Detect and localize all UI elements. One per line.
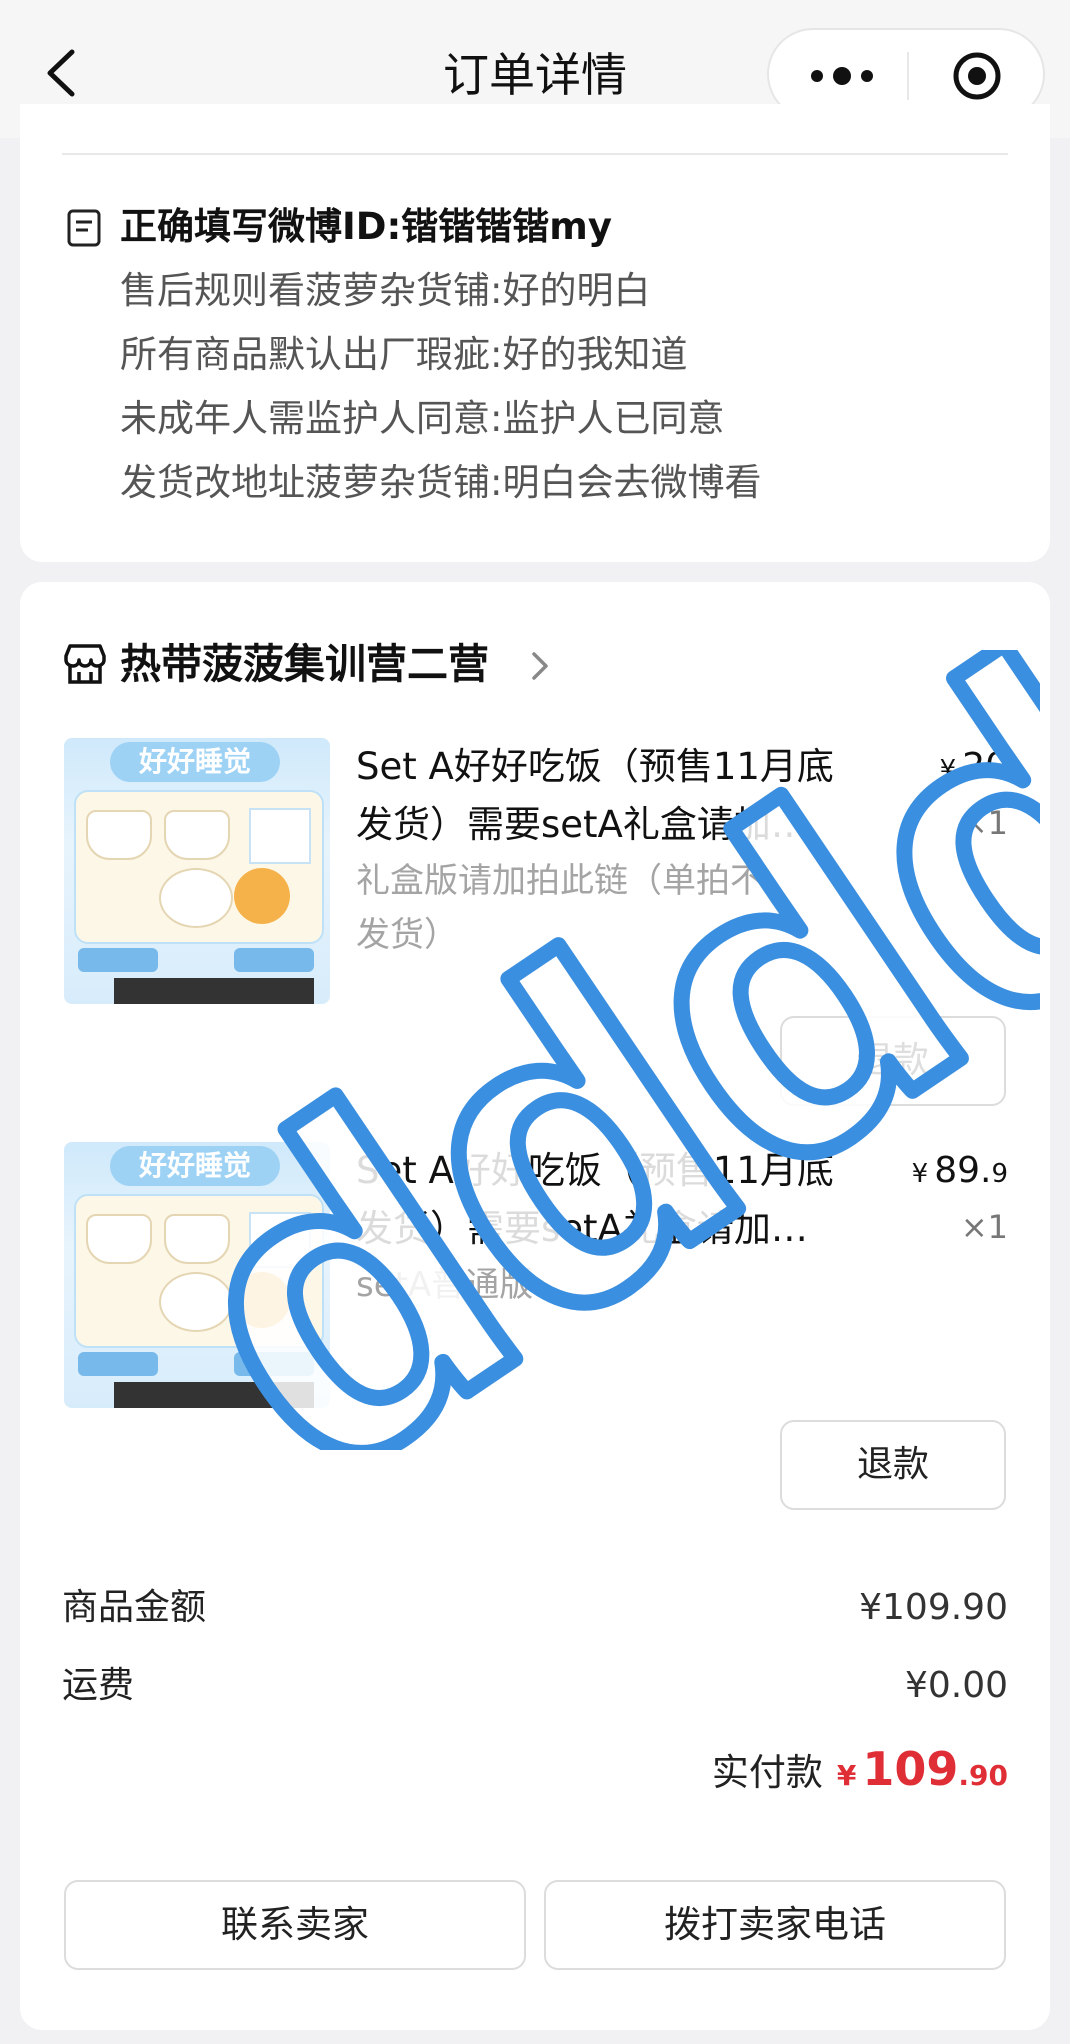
paid-label: 实付款	[711, 1751, 823, 1794]
goods-amount-label: 商品金额	[62, 1587, 207, 1628]
paid-decimal: .90	[958, 1759, 1008, 1792]
paid-integer: 109	[862, 1742, 959, 1796]
product-spec: 礼盒版请加拍此链（单拍不发货）	[356, 861, 764, 955]
thumbnail-tag	[78, 1352, 158, 1376]
price-integer: 20	[962, 746, 1008, 787]
chevron-right-icon[interactable]	[529, 650, 551, 682]
product-title-line: 发货）需要setA礼盒请加…	[356, 1207, 808, 1250]
product-spec: setA普通版	[356, 1265, 534, 1305]
paid-currency: ¥	[836, 1759, 857, 1792]
goods-amount-value: ¥109.90	[859, 1587, 1008, 1628]
note-line: 未成年人需监护人同意:监护人已同意	[120, 397, 725, 440]
product-title[interactable]: Set A好好吃饭（预售11月底 发货）需要setA礼盒请加…	[356, 738, 856, 854]
section-divider	[62, 153, 1008, 155]
thumbnail-giftbox	[249, 1212, 311, 1268]
thumbnail-pot	[86, 1214, 152, 1264]
thumbnail-photo-strip	[114, 1382, 314, 1408]
note-line: 发货改地址菠萝杂货铺:明白会去微博看	[120, 461, 762, 504]
thumbnail-pot	[164, 1214, 230, 1264]
product-quantity: ×1	[960, 1208, 1008, 1246]
close-target-icon[interactable]	[952, 51, 1002, 101]
refund-button[interactable]: 退款	[780, 1016, 1006, 1106]
shop-icon	[64, 644, 106, 684]
shop-name[interactable]: 热带菠菠集训营二营	[120, 634, 489, 694]
thumbnail-pot	[86, 810, 152, 860]
price-currency: ¥	[939, 755, 957, 785]
thumbnail-pot	[164, 810, 230, 860]
product-price: ¥89.9	[912, 1144, 1008, 1201]
shipping-value: ¥0.00	[904, 1665, 1008, 1706]
note-line: 所有商品默认出厂瑕疵:好的我知道	[120, 333, 688, 376]
thumbnail-tag	[234, 1352, 314, 1376]
thumbnail-banner: 好好睡觉	[110, 742, 280, 782]
thumbnail-tag	[78, 948, 158, 972]
thumbnail-giftbox	[249, 808, 311, 864]
refund-button[interactable]: 退款	[780, 1420, 1006, 1510]
price-decimal: 9	[991, 1159, 1008, 1189]
call-seller-button[interactable]: 拨打卖家电话	[544, 1880, 1006, 1970]
order-item[interactable]: 好好睡觉 Set A好好吃饭（预售11月底 发货）需要setA礼盒请加… set…	[20, 1142, 1050, 1512]
thumbnail-mascot	[234, 868, 290, 924]
paid-amount: 实付款 ¥109.90	[712, 1742, 1008, 1796]
product-thumbnail[interactable]: 好好睡觉	[64, 738, 330, 1004]
product-title-line: Set A好好吃饭（预售11月底	[356, 1149, 834, 1192]
order-item[interactable]: 好好睡觉 Set A好好吃饭（预售11月底 发货）需要setA礼盒请加… 礼盒版…	[20, 738, 1050, 1108]
thumbnail-photo-strip	[114, 978, 314, 1004]
shipping-label: 运费	[62, 1665, 135, 1706]
product-title-line: Set A好好吃饭（预售11月底	[356, 745, 834, 788]
note-line: 售后规则看菠萝杂货铺:好的明白	[120, 269, 651, 312]
product-price: ¥20	[940, 740, 1008, 797]
thumbnail-plate	[159, 1272, 233, 1332]
contact-seller-button[interactable]: 联系卖家	[64, 1880, 526, 1970]
price-currency: ¥	[911, 1159, 929, 1189]
price-integer: 89.	[934, 1150, 992, 1191]
note-line: 正确填写微博ID:锴锴锴锴my	[120, 205, 612, 248]
order-notes-card: 正确填写微博ID:锴锴锴锴my 售后规则看菠萝杂货铺:好的明白 所有商品默认出厂…	[20, 104, 1050, 562]
product-title-line: 发货）需要setA礼盒请加…	[356, 803, 808, 846]
thumbnail-plate	[159, 868, 233, 928]
product-thumbnail[interactable]: 好好睡觉	[64, 1142, 330, 1408]
more-dots-icon[interactable]	[807, 54, 877, 98]
note-icon	[67, 209, 101, 247]
product-title[interactable]: Set A好好吃饭（预售11月底 发货）需要setA礼盒请加…	[356, 1142, 856, 1258]
product-quantity: ×1	[960, 804, 1008, 842]
capsule-divider	[907, 52, 909, 100]
thumbnail-tag	[234, 948, 314, 972]
thumbnail-banner: 好好睡觉	[110, 1146, 280, 1186]
order-items-card: 热带菠菠集训营二营 好好睡觉 Set A好好吃饭（预售11月底 发货）需要set…	[20, 582, 1050, 2030]
thumbnail-mascot	[234, 1272, 290, 1328]
